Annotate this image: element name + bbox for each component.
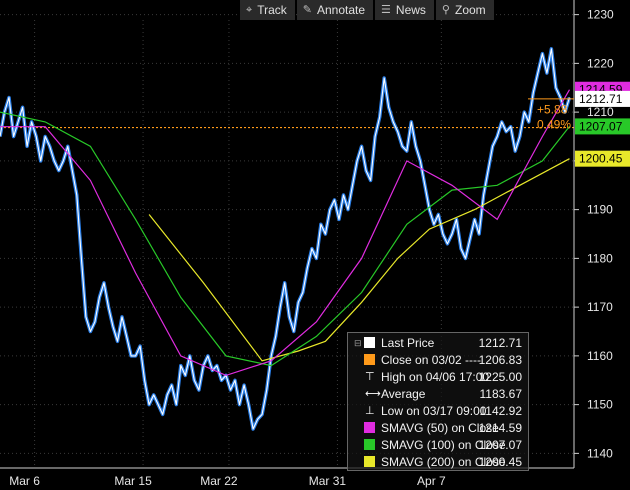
high-icon: ⊤: [365, 370, 375, 383]
y-tick-label: 1140: [587, 446, 613, 460]
news-button[interactable]: ☰ News: [375, 0, 434, 20]
legend-item-last-price[interactable]: ⊟ Last Price 1212.71: [348, 335, 528, 351]
legend-value: 1200.45: [478, 455, 522, 469]
zoom-button[interactable]: ⚲ Zoom: [435, 0, 494, 20]
sma200-line: [148, 158, 570, 362]
y-tick-label: 1170: [587, 300, 613, 314]
legend-item-sma100[interactable]: SMAVG (100) on Close 1207.07: [348, 437, 528, 453]
x-tick-label: Mar 15: [114, 474, 152, 488]
low-icon: ⊥: [365, 404, 375, 417]
value-tags: 1214.591212.711207.071200.45+5.880.49%: [528, 81, 630, 167]
zoom-label: Zoom: [454, 3, 486, 17]
annotate-button[interactable]: ✎ Annotate: [296, 0, 374, 20]
legend-value: 1206.83: [478, 353, 522, 367]
track-button[interactable]: ⌖ Track: [240, 0, 295, 20]
pencil-icon: ✎: [302, 3, 312, 16]
magnifier-icon: ⚲: [441, 3, 450, 16]
legend-item-average[interactable]: ⟷ Average 1183.67: [348, 386, 528, 402]
x-tick-label: Mar 22: [200, 474, 238, 488]
change-value: +5.88: [537, 103, 568, 117]
y-tick-label: 1150: [587, 398, 613, 412]
legend-swatch: [364, 354, 375, 365]
sma100-line: [0, 111, 570, 367]
sma200-tag-text: 1200.45: [579, 152, 623, 166]
legend-label: Low on 03/17 09:00: [381, 404, 487, 418]
price-chart[interactable]: 1140115011601170118011901200121012201230…: [0, 0, 630, 490]
news-icon: ☰: [381, 3, 391, 16]
legend-value: 1183.67: [479, 387, 523, 401]
legend-item-sma50[interactable]: SMAVG (50) on Close 1214.59: [348, 420, 528, 436]
y-tick-label: 1190: [587, 203, 613, 217]
y-tick-label: 1220: [587, 56, 614, 70]
legend-item-sma200[interactable]: SMAVG (200) on Close 1200.45: [348, 454, 528, 470]
annotate-label: Annotate: [316, 3, 366, 17]
y-tick-label: 1230: [587, 8, 614, 22]
legend-item-close-ref[interactable]: Close on 03/02 ---- 1206.83: [348, 352, 528, 368]
legend-label: Last Price: [381, 336, 435, 350]
legend-item-high[interactable]: ⊤ High on 04/06 17:00 1225.00: [348, 369, 528, 385]
legend-swatch: [364, 337, 375, 348]
legend-swatch: [364, 439, 375, 450]
change-percent: 0.49%: [537, 118, 571, 132]
y-tick-label: 1180: [587, 251, 613, 265]
legend-value: 1207.07: [478, 438, 522, 452]
x-tick-label: Mar 31: [309, 474, 347, 488]
legend-label: Close on 03/02 ----: [381, 353, 482, 367]
y-tick-label: 1160: [587, 349, 613, 363]
chart-toolbar: ⌖ Track ✎ Annotate ☰ News ⚲ Zoom: [240, 0, 494, 20]
y-tick-label: 1210: [587, 105, 614, 119]
news-label: News: [395, 3, 426, 17]
legend-label: Average: [381, 387, 426, 401]
legend-label: High on 04/06 17:00: [381, 370, 490, 384]
x-tick-label: Mar 6: [9, 474, 40, 488]
average-icon: ⟷: [365, 387, 381, 400]
track-label: Track: [257, 3, 287, 17]
last-price-tag-text: 1212.71: [579, 92, 623, 106]
sma100-tag-text: 1207.07: [579, 119, 623, 133]
legend-swatch: [364, 422, 375, 433]
legend-value: 1214.59: [478, 421, 522, 435]
chart-legend[interactable]: ⊟ Last Price 1212.71 Close on 03/02 ----…: [347, 332, 529, 471]
crosshair-icon: ⌖: [246, 3, 253, 16]
legend-item-low[interactable]: ⊥ Low on 03/17 09:00 1142.92: [348, 403, 528, 419]
collapse-icon[interactable]: ⊟: [354, 335, 362, 351]
legend-value: 1142.92: [479, 404, 523, 418]
legend-value: 1225.00: [478, 370, 522, 384]
x-tick-label: Apr 7: [417, 474, 446, 488]
legend-value: 1212.71: [478, 336, 522, 350]
legend-swatch: [364, 456, 375, 467]
